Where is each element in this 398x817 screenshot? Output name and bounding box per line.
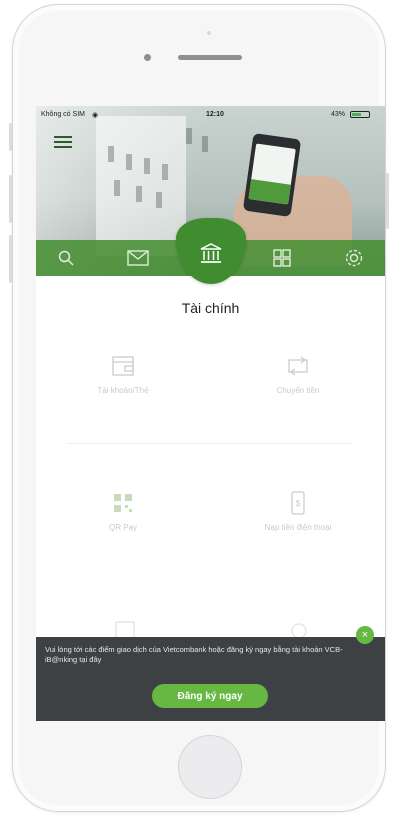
mail-icon[interactable] bbox=[126, 246, 150, 270]
home-button[interactable] bbox=[178, 735, 242, 799]
front-camera bbox=[144, 54, 151, 61]
gear-icon[interactable] bbox=[342, 246, 366, 270]
mute-switch bbox=[9, 123, 12, 151]
tile-label: Chuyển tiền bbox=[276, 386, 320, 395]
tile-label: QR Pay bbox=[108, 523, 137, 532]
power-button bbox=[386, 173, 389, 229]
clock-label: 12:10 bbox=[206, 111, 224, 118]
building-window bbox=[162, 164, 168, 180]
phone-topup-icon: $ bbox=[291, 491, 305, 515]
svg-text:$: $ bbox=[296, 499, 301, 508]
building-window bbox=[114, 180, 120, 196]
phone-in-hand-green-area bbox=[248, 179, 291, 205]
section-title: Tài chính bbox=[181, 300, 240, 316]
tile-qr-pay[interactable]: QR Pay bbox=[36, 491, 210, 532]
earpiece-speaker bbox=[178, 55, 242, 60]
building-window bbox=[156, 192, 162, 208]
qr-icon bbox=[114, 494, 132, 512]
status-bar: Không có SIM ◉ 12:10 43% bbox=[36, 106, 385, 124]
divider bbox=[68, 443, 353, 444]
tile-phone-topup[interactable]: $ Nạp tiền điện thoại bbox=[211, 491, 385, 532]
proximity-sensor bbox=[207, 31, 211, 35]
transfer-icon bbox=[288, 356, 308, 376]
tile-label: Tài khoản/Thẻ bbox=[97, 386, 149, 395]
register-now-button[interactable]: Đăng ký ngay bbox=[152, 684, 268, 708]
building-window bbox=[108, 146, 114, 162]
building-window bbox=[144, 158, 150, 174]
building-window bbox=[126, 154, 132, 170]
tile-label: Nạp tiền điện thoại bbox=[264, 523, 332, 532]
building-window bbox=[202, 136, 208, 152]
tile-account-card[interactable]: Tài khoản/Thẻ bbox=[36, 354, 210, 395]
bank-icon bbox=[200, 243, 222, 263]
battery-icon bbox=[350, 111, 370, 118]
banner-message: Vui lòng tới các điểm giao dịch của Viet… bbox=[45, 645, 343, 664]
close-icon[interactable]: × bbox=[356, 626, 374, 644]
hamburger-menu-icon[interactable] bbox=[54, 136, 72, 150]
wifi-icon: ◉ bbox=[92, 112, 99, 119]
tile-transfer[interactable]: Chuyển tiền bbox=[211, 354, 385, 395]
battery-percent: 43% bbox=[331, 111, 346, 118]
search-icon[interactable] bbox=[54, 246, 78, 270]
building-window bbox=[136, 186, 142, 202]
carrier-label: Không có SIM bbox=[41, 111, 85, 118]
phone-in-hand-screen bbox=[248, 143, 296, 205]
register-banner: Vui lòng tới các điểm giao dịch của Viet… bbox=[36, 637, 385, 721]
building-window bbox=[186, 128, 192, 144]
app-screen: Không có SIM ◉ 12:10 43% Tài chính Tài k… bbox=[36, 106, 385, 721]
volume-up-button bbox=[9, 175, 12, 223]
grid-icon[interactable] bbox=[270, 246, 294, 270]
wallet-icon bbox=[112, 356, 134, 376]
volume-down-button bbox=[9, 235, 12, 283]
